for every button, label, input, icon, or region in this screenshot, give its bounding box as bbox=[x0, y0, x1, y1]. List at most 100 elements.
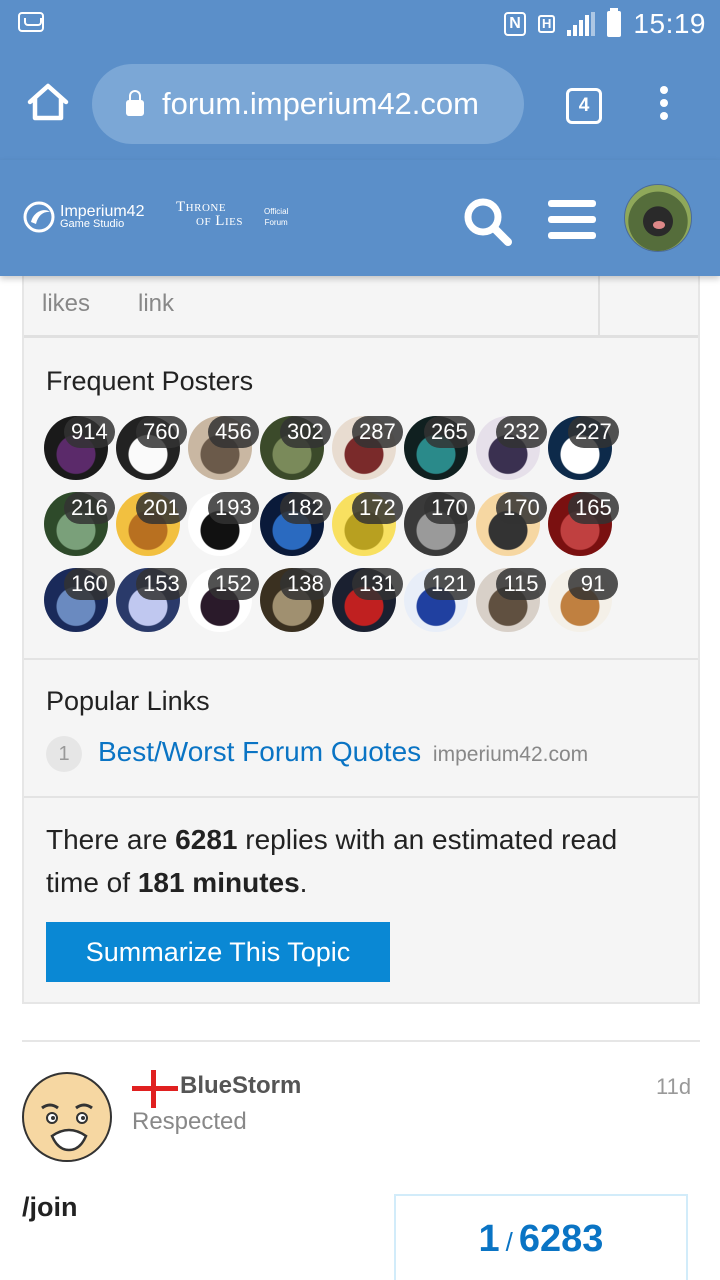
post-content: /join bbox=[22, 1192, 78, 1222]
section-divider bbox=[24, 658, 698, 660]
tab-switcher-button[interactable]: 4 bbox=[566, 88, 602, 124]
status-time: 15:19 bbox=[633, 8, 706, 39]
frequent-poster-avatar[interactable]: 182 bbox=[260, 492, 331, 556]
poster-post-count: 760 bbox=[136, 416, 187, 448]
link-click-count: 1 bbox=[46, 736, 82, 772]
post-author-username[interactable]: BlueStorm bbox=[180, 1072, 301, 1100]
post-separator bbox=[22, 1040, 700, 1042]
poster-post-count: 138 bbox=[280, 568, 331, 600]
poster-post-count: 201 bbox=[136, 492, 187, 524]
replies-count: 6281 bbox=[175, 824, 238, 855]
frequent-poster-avatar[interactable]: 131 bbox=[332, 568, 403, 632]
frequent-poster-avatar[interactable]: 287 bbox=[332, 416, 403, 480]
cell-signal-icon bbox=[567, 12, 596, 36]
current-user-avatar[interactable] bbox=[624, 184, 692, 252]
progress-slash: / bbox=[505, 1227, 513, 1257]
poster-post-count: 91 bbox=[568, 568, 618, 600]
poster-post-count: 131 bbox=[352, 568, 403, 600]
stat-link-label: link bbox=[138, 290, 175, 317]
lock-icon bbox=[126, 90, 144, 116]
topic-progress-text: 1/6283 bbox=[396, 1218, 686, 1261]
frequent-poster-avatar[interactable]: 138 bbox=[260, 568, 331, 632]
poster-post-count: 456 bbox=[208, 416, 259, 448]
popular-link[interactable]: Best/Worst Forum Quotes imperium42.com bbox=[98, 736, 588, 768]
frequent-poster-avatar[interactable]: 914 bbox=[44, 416, 115, 480]
post-author-avatar[interactable] bbox=[22, 1072, 112, 1162]
topic-progress-indicator[interactable]: 1/6283 bbox=[394, 1194, 688, 1280]
popular-link-title[interactable]: Best/Worst Forum Quotes bbox=[98, 736, 421, 767]
voicemail-icon bbox=[18, 12, 44, 32]
frequent-poster-avatar[interactable]: 456 bbox=[188, 416, 259, 480]
frequent-poster-avatar[interactable]: 232 bbox=[476, 416, 547, 480]
brand-subtitle: Game Studio bbox=[60, 218, 125, 230]
poster-post-count: 160 bbox=[64, 568, 115, 600]
poster-post-count: 172 bbox=[352, 492, 403, 524]
summarize-topic-button[interactable]: Summarize This Topic bbox=[46, 922, 390, 982]
poster-post-count: 216 bbox=[64, 492, 115, 524]
poster-post-count: 153 bbox=[136, 568, 187, 600]
frequent-poster-avatar[interactable]: 170 bbox=[404, 492, 475, 556]
frequent-poster-avatar[interactable]: 160 bbox=[44, 568, 115, 632]
poster-post-count: 170 bbox=[496, 492, 547, 524]
battery-icon bbox=[607, 8, 622, 37]
frequent-poster-avatar[interactable]: 115 bbox=[476, 568, 546, 632]
frequent-poster-avatar[interactable]: 216 bbox=[44, 492, 115, 556]
forum-header: Imperium42 Game Studio Throne of Lies Of… bbox=[0, 160, 720, 276]
frequent-poster-avatar[interactable]: 302 bbox=[260, 416, 331, 480]
poster-post-count: 152 bbox=[208, 568, 259, 600]
official-forum-badge: Official Forum bbox=[264, 206, 288, 228]
poster-post-count: 193 bbox=[208, 492, 259, 524]
status-icons: N H 15:19 bbox=[504, 6, 706, 42]
replies-prefix: There are bbox=[46, 824, 176, 855]
poster-post-count: 287 bbox=[352, 416, 403, 448]
frequent-poster-avatar[interactable]: 227 bbox=[548, 416, 619, 480]
browser-toolbar: forum.imperium42.com 4 bbox=[0, 48, 720, 160]
poster-post-count: 914 bbox=[64, 416, 115, 448]
overflow-menu-icon[interactable] bbox=[656, 86, 672, 126]
home-icon[interactable] bbox=[24, 78, 72, 126]
frequent-poster-avatar[interactable]: 121 bbox=[404, 568, 475, 632]
face-avatar-icon bbox=[31, 1081, 107, 1160]
frequent-poster-avatar[interactable]: 91 bbox=[548, 568, 618, 632]
post-age[interactable]: 11d bbox=[656, 1074, 691, 1100]
topic-summary: likes link Frequent Posters 914 760 456 302… bbox=[22, 270, 700, 1004]
poster-post-count: 165 bbox=[568, 492, 619, 524]
search-icon[interactable] bbox=[460, 194, 516, 250]
poster-post-count: 227 bbox=[568, 416, 619, 448]
frequent-poster-avatar[interactable]: 265 bbox=[404, 416, 475, 480]
stat-divider bbox=[598, 272, 600, 338]
popular-link-domain: imperium42.com bbox=[432, 743, 589, 766]
poster-post-count: 232 bbox=[496, 416, 547, 448]
badge-line-2: Forum bbox=[264, 218, 288, 227]
imperium42-logo-icon[interactable] bbox=[22, 200, 56, 234]
hamburger-menu-icon[interactable] bbox=[548, 200, 596, 240]
url-text: forum.imperium42.com bbox=[162, 86, 479, 121]
poster-post-count: 265 bbox=[424, 416, 475, 448]
frequent-poster-avatar[interactable]: 201 bbox=[116, 492, 187, 556]
frequent-poster-avatar[interactable]: 172 bbox=[332, 492, 403, 556]
poster-post-count: 182 bbox=[280, 492, 331, 524]
address-bar[interactable]: forum.imperium42.com bbox=[92, 64, 524, 144]
frequent-poster-avatar[interactable]: 152 bbox=[188, 568, 259, 632]
game-title-line-2: of Lies bbox=[196, 213, 243, 229]
frequent-poster-avatar[interactable]: 170 bbox=[476, 492, 547, 556]
section-divider bbox=[24, 796, 698, 798]
frequent-poster-avatar[interactable]: 165 bbox=[548, 492, 619, 556]
post-author-title: Respected bbox=[132, 1108, 247, 1135]
replies-summary-text: There are 6281 replies with an estimated… bbox=[46, 818, 676, 904]
read-time: 181 minutes bbox=[137, 867, 300, 898]
frequent-poster-avatar[interactable]: 153 bbox=[116, 568, 187, 632]
topic-stats-row: likes link bbox=[24, 272, 698, 338]
frequent-posters-title: Frequent Posters bbox=[46, 366, 254, 396]
poster-post-count: 121 bbox=[424, 568, 475, 600]
frequent-poster-avatar[interactable]: 760 bbox=[116, 416, 187, 480]
poster-post-count: 302 bbox=[280, 416, 331, 448]
frequent-poster-avatar[interactable]: 193 bbox=[188, 492, 259, 556]
hd-signal-icon: H bbox=[538, 15, 556, 33]
popular-links-title: Popular Links bbox=[46, 686, 210, 716]
poster-post-count: 115 bbox=[496, 568, 546, 600]
replies-suffix: . bbox=[299, 867, 308, 898]
nfc-icon: N bbox=[504, 12, 527, 36]
progress-total: 6283 bbox=[518, 1218, 604, 1260]
status-bar: N H 15:19 bbox=[0, 0, 720, 48]
